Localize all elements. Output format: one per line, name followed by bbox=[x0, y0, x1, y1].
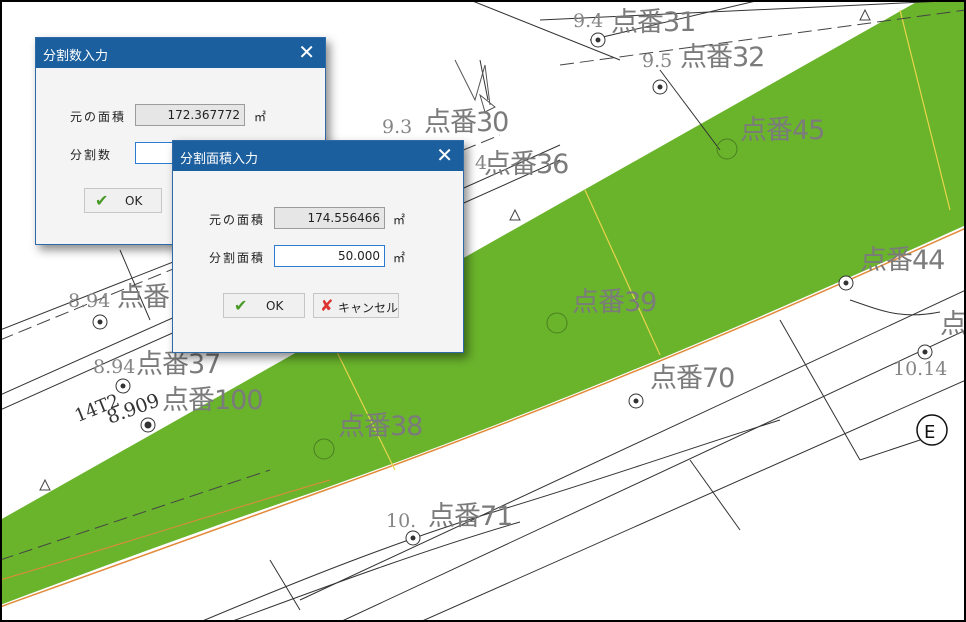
point-label: 点番30 bbox=[424, 107, 509, 138]
point-label: 点番38 bbox=[338, 411, 423, 442]
point-label: 点 bbox=[940, 309, 966, 340]
svg-text:E: E bbox=[924, 422, 935, 443]
division-area-dialog[interactable]: 分割面積入力 ✕ 元の面積 174.556466 ㎡ 分割面積 50.000 ㎡… bbox=[172, 140, 464, 353]
dialog-title: 分割数入力 bbox=[43, 49, 109, 64]
original-area-field: 172.367772 bbox=[135, 104, 245, 126]
dialog-titlebar[interactable]: 分割面積入力 ✕ bbox=[173, 141, 463, 171]
elevation-label: 10. bbox=[386, 510, 417, 532]
elevation-label: 10.14 bbox=[893, 358, 948, 380]
point-label: 点番71 bbox=[428, 501, 513, 532]
point-label: 点番 bbox=[117, 282, 170, 313]
cancel-button[interactable]: ✘ キャンセル bbox=[313, 293, 399, 318]
point-label: 点番31 bbox=[611, 7, 696, 38]
dialog-titlebar[interactable]: 分割数入力 ✕ bbox=[36, 38, 325, 68]
e-marker: E bbox=[916, 414, 948, 446]
area-unit: ㎡ bbox=[254, 110, 267, 124]
point-label: 点番39 bbox=[572, 287, 657, 318]
division-count-label: 分割数 bbox=[70, 148, 113, 162]
division-area-label: 分割面積 bbox=[209, 251, 266, 265]
area-unit: ㎡ bbox=[393, 213, 406, 227]
point-label: 点番32 bbox=[680, 42, 765, 73]
point-label: 点番45 bbox=[740, 115, 825, 146]
point-label: 点番36 bbox=[484, 149, 569, 180]
ok-label: OK bbox=[266, 299, 284, 313]
division-area-input[interactable]: 50.000 bbox=[274, 245, 385, 267]
dialog-title: 分割面積入力 bbox=[180, 152, 259, 167]
check-icon: ✔ bbox=[95, 191, 109, 210]
close-icon[interactable]: ✕ bbox=[298, 40, 315, 64]
ok-label: OK bbox=[125, 194, 143, 208]
cancel-label: キャンセル bbox=[338, 301, 399, 315]
ok-button[interactable]: ✔ OK bbox=[223, 293, 305, 318]
original-area-label: 元の面積 bbox=[70, 110, 127, 124]
elevation-label: 9.4 bbox=[573, 10, 604, 32]
point-label: 点番44 bbox=[860, 245, 945, 276]
elevation-label: 8.94 bbox=[68, 290, 111, 312]
check-icon: ✔ bbox=[234, 296, 248, 315]
original-area-field: 174.556466 bbox=[274, 207, 385, 229]
area-unit: ㎡ bbox=[393, 251, 406, 265]
elevation-label: 9.3 bbox=[382, 116, 413, 138]
point-label: 点番100 bbox=[162, 385, 264, 416]
cross-icon: ✘ bbox=[320, 296, 334, 315]
ok-button[interactable]: ✔ OK bbox=[84, 188, 162, 213]
point-label: 点番70 bbox=[650, 363, 735, 394]
close-icon[interactable]: ✕ bbox=[436, 143, 453, 167]
elevation-label: 8.94 bbox=[93, 356, 136, 378]
original-area-label: 元の面積 bbox=[209, 213, 266, 227]
elevation-label: 9.5 bbox=[642, 50, 673, 72]
